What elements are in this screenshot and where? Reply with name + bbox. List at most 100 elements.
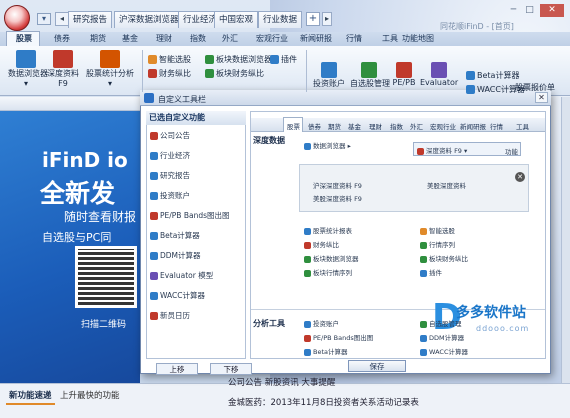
function-item[interactable]: 股票统计报表 bbox=[304, 225, 352, 235]
maximize-button[interactable]: □ bbox=[522, 4, 537, 17]
tool-item[interactable]: 投资账户 bbox=[304, 318, 339, 328]
list-item[interactable]: 行业经济 bbox=[150, 150, 190, 161]
ribbon-tab[interactable]: 债券 bbox=[50, 33, 74, 46]
function-item[interactable]: 智能选股 bbox=[420, 225, 455, 235]
ribbon-small-tool[interactable]: 智能选股 bbox=[148, 54, 191, 65]
invest-account-icon bbox=[321, 62, 337, 78]
dialog-tab[interactable]: 理财 bbox=[369, 121, 382, 131]
ribbon-tool[interactable]: 自选股管理 bbox=[350, 62, 390, 89]
dialog-tab[interactable]: 指数 bbox=[390, 121, 403, 131]
ribbon-tool[interactable]: 数据浏览器 ▾ bbox=[8, 50, 48, 88]
ribbon-small-tool[interactable]: 插件 bbox=[270, 54, 297, 65]
data-browser-icon bbox=[16, 50, 36, 68]
ribbon-small-tool[interactable]: Beta计算器 bbox=[466, 70, 519, 81]
dialog-close-button[interactable]: ✕ bbox=[535, 92, 548, 103]
move-up-button[interactable]: 上移 bbox=[156, 363, 198, 375]
function-item[interactable]: 板块数据浏览器 bbox=[304, 253, 359, 263]
tool-label: 财务纵比 bbox=[159, 69, 191, 78]
ribbon-tab[interactable]: 宏观行业 bbox=[252, 33, 292, 46]
dialog-tab[interactable]: 债券 bbox=[308, 121, 321, 131]
dialog-tab[interactable]: 宏观行业 bbox=[430, 121, 456, 131]
ribbon-small-tool[interactable]: 板块财务纵比 bbox=[205, 68, 264, 79]
ribbon-tab[interactable]: 期货 bbox=[86, 33, 110, 46]
banner-line-2: 全新发 bbox=[40, 179, 116, 208]
tool-item[interactable]: Beta计算器 bbox=[304, 346, 348, 356]
ribbon-tab[interactable]: 理财 bbox=[152, 33, 176, 46]
sector-browser-icon bbox=[205, 55, 214, 64]
data-browser-item[interactable]: 数据浏览器 ▸ bbox=[304, 140, 351, 150]
function-item[interactable]: 板块财务纵比 bbox=[420, 253, 468, 263]
quick-access-dropdown[interactable]: ▾ bbox=[37, 13, 51, 25]
ribbon-tab[interactable]: 基金 bbox=[118, 33, 142, 46]
list-item[interactable]: PE/PB Bands图出图 bbox=[150, 210, 230, 221]
ribbon-tab[interactable]: 新闻研报 bbox=[296, 33, 336, 46]
ribbon-tab[interactable]: 指数 bbox=[186, 33, 210, 46]
qr-code bbox=[75, 246, 137, 308]
ribbon-tool[interactable]: 股票统计分析 ▾ bbox=[80, 50, 140, 88]
dialog-tab[interactable]: 期货 bbox=[328, 121, 341, 131]
list-item[interactable]: Evaluator 模型 bbox=[150, 270, 213, 281]
ribbon-tool[interactable]: 深度资料 F9 bbox=[45, 50, 81, 88]
popup-item-hs[interactable]: 沪深深度资料 F9 bbox=[313, 180, 362, 190]
list-item[interactable]: 新员日历 bbox=[150, 310, 190, 321]
ribbon-small-tool[interactable]: 板块数据浏览器 bbox=[205, 54, 272, 65]
selector-link[interactable]: 功能 bbox=[505, 146, 518, 156]
ribbon-tab[interactable]: 外汇 bbox=[218, 33, 242, 46]
ribbon-tool[interactable]: PE/PB bbox=[385, 62, 423, 87]
close-button[interactable]: ✕ bbox=[540, 4, 564, 17]
tab-scroll-icon[interactable]: ▸ bbox=[322, 12, 332, 26]
dialog-tab[interactable]: 行情 bbox=[490, 121, 503, 131]
popup-item-us[interactable]: 美股深度资料 bbox=[427, 180, 466, 190]
tool-item[interactable]: 自选股管理 bbox=[420, 318, 462, 328]
dialog-tab[interactable]: 股票 bbox=[287, 121, 300, 131]
ribbon-small-tool[interactable]: 财务纵比 bbox=[148, 68, 191, 79]
function-item[interactable]: 插件 bbox=[420, 267, 442, 277]
section-analysis-tools: 分析工具 bbox=[253, 319, 285, 328]
ribbon-tab[interactable]: 功能地图 bbox=[398, 33, 438, 46]
finance-compare-icon bbox=[148, 69, 157, 78]
dialog-tab[interactable]: 工具 bbox=[516, 121, 529, 131]
move-down-button[interactable]: 下移 bbox=[210, 363, 252, 375]
stock-stat-icon bbox=[100, 50, 120, 68]
list-item[interactable]: 研究报告 bbox=[150, 170, 190, 181]
ribbon-tool[interactable]: Evaluator bbox=[420, 62, 458, 87]
list-item[interactable]: 投资账户 bbox=[150, 190, 190, 201]
deep-info-icon bbox=[417, 147, 424, 155]
function-item[interactable]: 财务纵比 bbox=[304, 239, 339, 249]
browser-tab[interactable]: 研究报告 bbox=[68, 11, 113, 28]
pepb-icon bbox=[396, 62, 412, 78]
scrollbar[interactable] bbox=[561, 97, 570, 383]
ribbon-tab[interactable]: 股票 bbox=[12, 33, 36, 46]
browser-tab[interactable]: 行业数据 bbox=[258, 11, 303, 28]
save-button[interactable]: 保存 bbox=[348, 360, 406, 372]
minimize-button[interactable]: ─ bbox=[506, 4, 521, 17]
function-item[interactable]: 行情序列 bbox=[420, 239, 455, 249]
tool-item[interactable]: PE/PB Bands图出图 bbox=[304, 332, 373, 342]
browser-tab[interactable]: 沪深数据浏览器 bbox=[114, 11, 184, 28]
tool-label: 股票报价单 bbox=[515, 83, 555, 92]
ribbon-tool[interactable]: 投资账户 bbox=[310, 62, 348, 89]
dialog-tab[interactable]: 基金 bbox=[348, 121, 361, 131]
add-tab-button[interactable]: + bbox=[306, 12, 320, 26]
ribbon-tab[interactable]: 行情 bbox=[342, 33, 366, 46]
ifind-logo-icon[interactable] bbox=[4, 5, 30, 31]
dialog-tab[interactable]: 新闻研报 bbox=[460, 121, 486, 131]
back-icon[interactable]: ◂ bbox=[55, 12, 69, 26]
tab-rising-features[interactable]: 上升最快的功能 bbox=[60, 389, 120, 401]
popup-close-icon[interactable]: ✕ bbox=[515, 172, 525, 182]
list-item[interactable]: WACC计算器 bbox=[150, 290, 205, 301]
tab-new-features[interactable]: 新功能速递 bbox=[6, 387, 55, 405]
popup-item-us-f9[interactable]: 美股深度资料 F9 bbox=[313, 193, 362, 203]
browser-tab[interactable]: 中国宏观 bbox=[214, 11, 259, 28]
tool-item[interactable]: WACC计算器 bbox=[420, 346, 468, 356]
ribbon-tool[interactable]: 股票报价单 bbox=[510, 82, 560, 93]
list-item[interactable]: Beta计算器 bbox=[150, 230, 200, 241]
dialog-tab[interactable]: 外汇 bbox=[410, 121, 423, 131]
tool-item[interactable]: DDM计算器 bbox=[420, 332, 464, 342]
list-item[interactable]: 公司公告 bbox=[150, 130, 190, 141]
list-item[interactable]: DDM计算器 bbox=[150, 250, 201, 261]
news-item[interactable]: 金城医药：2013年11月8日投资者关系活动记录表 bbox=[228, 396, 419, 408]
news-header[interactable]: 公司公告 新股资讯 大事提醒 bbox=[228, 376, 335, 388]
function-item[interactable]: 板块行情序列 bbox=[304, 267, 352, 277]
function-label: 行情序列 bbox=[429, 241, 455, 249]
